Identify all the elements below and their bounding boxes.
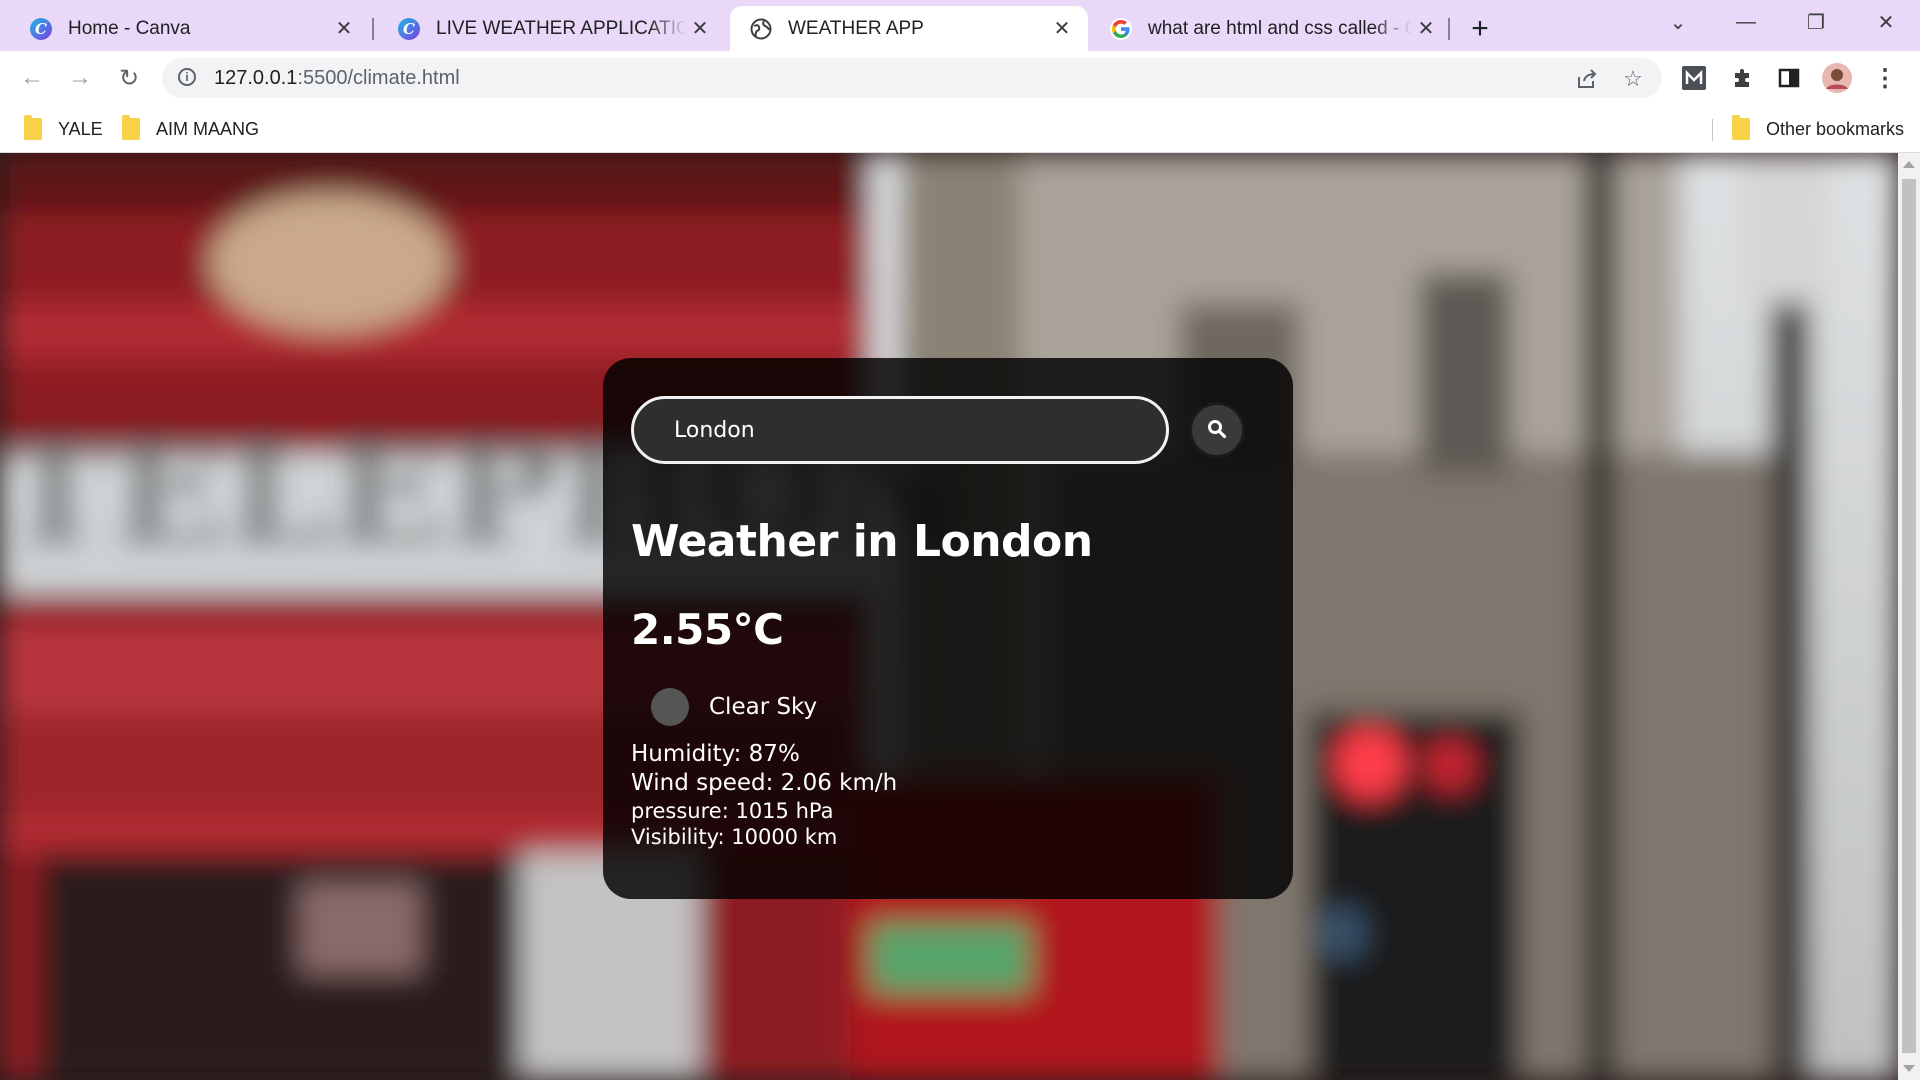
share-icon[interactable] <box>1572 64 1602 94</box>
condition-row: Clear Sky <box>651 688 1265 726</box>
pressure-text: pressure: 1015 hPa <box>631 799 834 823</box>
tab-search-button[interactable]: ⌄ <box>1644 0 1712 44</box>
globe-icon <box>750 17 772 40</box>
close-icon[interactable]: ✕ <box>1048 15 1076 43</box>
bookmark-label: YALE <box>58 118 103 139</box>
tab-title: LIVE WEATHER APPLICATION - Pr <box>436 17 686 39</box>
scrollbar-thumb[interactable] <box>1902 179 1916 1053</box>
extensions-puzzle-icon[interactable] <box>1726 61 1760 95</box>
bookmark-other-bookmarks[interactable]: Other bookmarks <box>1732 115 1904 143</box>
m-extension-icon[interactable] <box>1677 61 1711 95</box>
wind-speed-text: Wind speed: 2.06 km/h <box>631 770 898 796</box>
bookmark-aim-maang[interactable]: AIM MAANG <box>122 115 259 143</box>
tab-live-weather-application[interactable]: C LIVE WEATHER APPLICATION - Pr ✕ <box>378 6 726 51</box>
new-tab-button[interactable]: + <box>1462 11 1498 47</box>
side-panel-icon[interactable] <box>1772 61 1806 95</box>
weather-condition-icon <box>651 688 689 726</box>
search-button[interactable] <box>1189 402 1245 458</box>
tab-separator <box>1448 18 1450 40</box>
tab-strip: C Home - Canva ✕ C LIVE WEATHER APPLICAT… <box>0 0 1920 51</box>
weather-card: Weather in London 2.55°C Clear Sky Humid… <box>603 358 1293 899</box>
close-icon[interactable]: ✕ <box>330 15 358 43</box>
search-row <box>631 396 1265 464</box>
bookmark-label: Other bookmarks <box>1766 118 1905 139</box>
humidity-text: Humidity: 87% <box>631 741 800 767</box>
minimize-button[interactable]: — <box>1712 0 1780 44</box>
city-heading: Weather in London <box>631 516 1093 567</box>
google-icon <box>1110 17 1132 40</box>
search-icon <box>1207 419 1227 442</box>
url-text[interactable]: 127.0.0.1:5500/climate.html <box>214 67 460 90</box>
page-scrollbar[interactable] <box>1898 153 1920 1080</box>
tab-weather-app[interactable]: WEATHER APP ✕ <box>730 6 1088 51</box>
bookmarks-separator <box>1712 119 1713 141</box>
site-info-icon[interactable]: i <box>178 68 196 86</box>
bookmark-yale[interactable]: YALE <box>24 115 103 143</box>
tab-title: Home - Canva <box>68 17 191 39</box>
menu-kebab-icon[interactable]: ⋮ <box>1868 61 1902 95</box>
restore-button[interactable]: ❐ <box>1782 0 1850 44</box>
condition-description: Clear Sky <box>709 694 818 720</box>
close-icon[interactable]: ✕ <box>686 15 714 43</box>
weather-details: Humidity: 87% Wind speed: 2.06 km/h pres… <box>631 740 1265 850</box>
address-bar[interactable]: i 127.0.0.1:5500/climate.html ☆ <box>162 58 1662 98</box>
canva-icon: C <box>398 17 420 40</box>
scroll-up-icon[interactable] <box>1903 161 1915 168</box>
browser-toolbar: ← → ↻ i 127.0.0.1:5500/climate.html ☆ ⋮ <box>0 51 1920 105</box>
tab-title: what are html and css called - Go <box>1148 17 1412 39</box>
temperature-value: 2.55°C <box>631 605 784 654</box>
tab-google-search[interactable]: what are html and css called - Go ✕ <box>1090 6 1452 51</box>
tab-separator <box>372 18 374 40</box>
forward-button[interactable]: → <box>61 59 99 97</box>
profile-avatar[interactable] <box>1820 61 1854 95</box>
bookmark-label: AIM MAANG <box>156 118 260 139</box>
close-window-button[interactable]: ✕ <box>1852 0 1920 44</box>
page-viewport: TELEPHON Weather in London 2.55°C Clear … <box>0 153 1898 1080</box>
back-button[interactable]: ← <box>13 59 51 97</box>
folder-icon <box>122 115 140 140</box>
bookmark-star-icon[interactable]: ☆ <box>1618 64 1648 94</box>
tab-home-canva[interactable]: C Home - Canva ✕ <box>10 6 370 51</box>
folder-icon <box>1732 115 1750 140</box>
scroll-down-icon[interactable] <box>1903 1065 1915 1072</box>
bookmarks-bar: YALE AIM MAANG Other bookmarks <box>0 105 1920 153</box>
close-icon[interactable]: ✕ <box>1412 15 1440 43</box>
tab-title: WEATHER APP <box>788 17 924 39</box>
city-search-input[interactable] <box>631 396 1169 464</box>
reload-button[interactable]: ↻ <box>110 59 148 97</box>
canva-icon: C <box>30 17 52 40</box>
folder-icon <box>24 115 42 140</box>
visibility-text: Visibility: 10000 km <box>631 825 838 849</box>
